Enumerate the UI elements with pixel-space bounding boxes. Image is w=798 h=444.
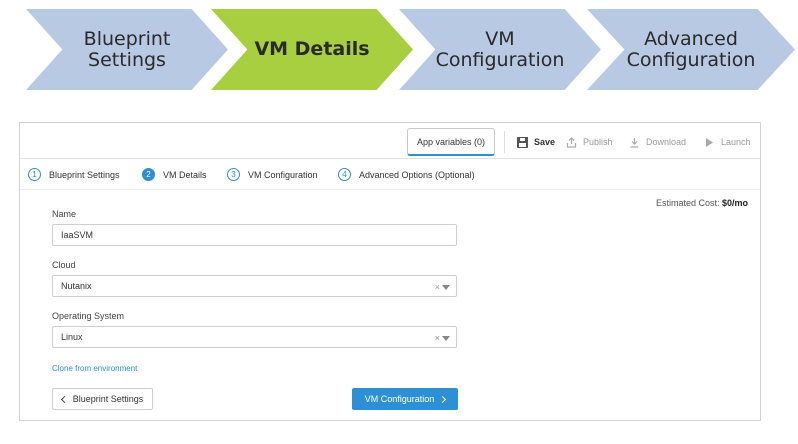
name-input[interactable]: IaaSVM bbox=[52, 224, 457, 246]
wizard-stepper: 1 Blueprint Settings 2 VM Details 3 VM C… bbox=[20, 160, 760, 190]
save-label: Save bbox=[534, 137, 556, 147]
banner-step-label: VM Configuration bbox=[435, 27, 565, 71]
cloud-value: Nutanix bbox=[61, 281, 92, 291]
chevron-right-icon bbox=[439, 395, 447, 403]
back-button[interactable]: Blueprint Settings bbox=[52, 388, 153, 410]
banner-step-advanced-configuration: Advanced Configuration bbox=[587, 9, 795, 90]
download-label: Download bbox=[646, 137, 687, 147]
step-advanced-options[interactable]: 4 Advanced Options (Optional) bbox=[338, 168, 475, 181]
step-number: 4 bbox=[338, 168, 351, 181]
step-vm-details[interactable]: 2 VM Details bbox=[142, 168, 207, 181]
next-button-label: VM Configuration bbox=[364, 394, 435, 404]
name-value: IaaSVM bbox=[61, 230, 94, 240]
step-label: VM Details bbox=[163, 169, 207, 180]
operating-system-select[interactable]: Linux × bbox=[52, 326, 457, 348]
banner-step-label: Blueprint Settings bbox=[83, 27, 171, 71]
operating-system-label: Operating System bbox=[52, 311, 125, 321]
name-label: Name bbox=[52, 209, 77, 219]
back-button-label: Blueprint Settings bbox=[72, 394, 144, 404]
select-controls: × bbox=[435, 333, 450, 343]
banner-step-blueprint-settings: Blueprint Settings bbox=[26, 9, 228, 90]
step-label: VM Configuration bbox=[248, 169, 318, 180]
estimated-cost: Estimated Cost: $0/mo bbox=[656, 198, 748, 208]
clear-icon[interactable]: × bbox=[435, 333, 440, 343]
step-blueprint-settings[interactable]: 1 Blueprint Settings bbox=[28, 168, 120, 181]
next-button[interactable]: VM Configuration bbox=[352, 388, 458, 410]
step-number: 3 bbox=[227, 168, 240, 181]
step-label: Blueprint Settings bbox=[49, 169, 120, 180]
step-number: 1 bbox=[28, 168, 41, 181]
process-banner: Blueprint Settings VM Details VM Configu… bbox=[0, 0, 798, 100]
launch-button[interactable]: Launch bbox=[704, 134, 751, 150]
step-number: 2 bbox=[142, 168, 155, 181]
publish-button[interactable]: Publish bbox=[566, 134, 613, 150]
select-controls: × bbox=[435, 282, 450, 292]
banner-step-vm-details: VM Details bbox=[211, 9, 413, 90]
estimated-cost-label: Estimated Cost: bbox=[655, 198, 720, 208]
save-icon bbox=[517, 136, 528, 148]
publish-icon bbox=[566, 136, 577, 148]
launch-label: Launch bbox=[721, 137, 751, 147]
banner-step-label: VM Details bbox=[254, 38, 370, 60]
toolbar: App variables (0) Save Publish Download bbox=[20, 123, 760, 159]
cloud-select[interactable]: Nutanix × bbox=[52, 275, 457, 297]
banner-step-vm-configuration: VM Configuration bbox=[399, 9, 601, 90]
play-icon bbox=[704, 137, 715, 148]
estimated-cost-value: $0/mo bbox=[721, 198, 748, 208]
app-variables-button[interactable]: App variables (0) bbox=[407, 128, 495, 156]
clone-from-environment-link[interactable]: Clone from environment bbox=[52, 364, 137, 373]
chevron-left-icon bbox=[60, 395, 68, 403]
dropdown-arrow-icon[interactable] bbox=[442, 284, 450, 290]
clear-icon[interactable]: × bbox=[435, 282, 440, 292]
blueprint-editor-panel: App variables (0) Save Publish Download bbox=[19, 122, 761, 421]
save-button[interactable]: Save bbox=[517, 134, 555, 150]
toolbar-divider bbox=[504, 131, 505, 153]
step-label: Advanced Options (Optional) bbox=[359, 169, 475, 180]
operating-system-value: Linux bbox=[61, 332, 83, 342]
download-icon bbox=[629, 137, 640, 148]
banner-step-label: Advanced Configuration bbox=[626, 27, 756, 71]
download-button[interactable]: Download bbox=[629, 134, 686, 150]
cloud-label: Cloud bbox=[52, 260, 76, 270]
dropdown-arrow-icon[interactable] bbox=[442, 335, 450, 341]
publish-label: Publish bbox=[583, 137, 613, 147]
step-vm-configuration[interactable]: 3 VM Configuration bbox=[227, 168, 318, 181]
